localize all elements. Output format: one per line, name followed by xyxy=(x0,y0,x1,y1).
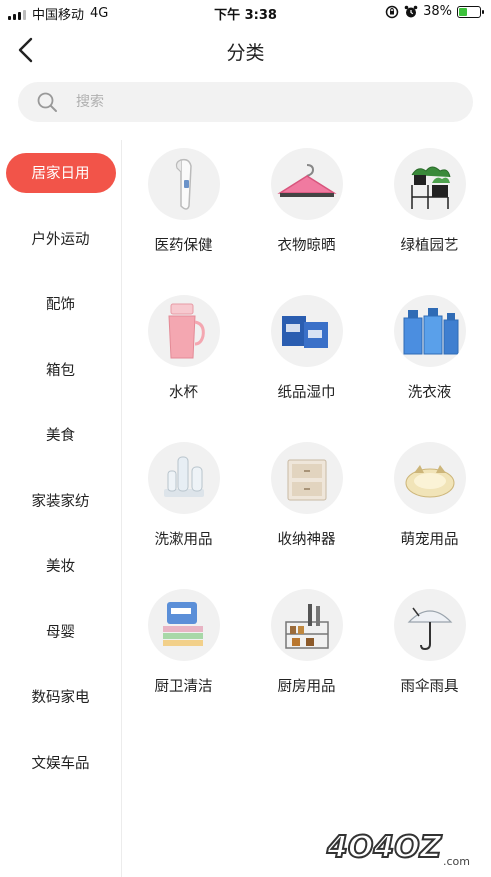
category-label: 厨房用品 xyxy=(277,679,336,695)
kitchen-rack-icon xyxy=(284,604,329,649)
category-laundry-drying[interactable]: 衣物晾晒 xyxy=(245,140,368,287)
category-kitchen[interactable]: 厨房用品 xyxy=(245,581,368,728)
thumbnail xyxy=(270,589,343,661)
thumbnail xyxy=(393,589,466,661)
thumbnail xyxy=(270,295,343,367)
search-input[interactable] xyxy=(76,94,436,110)
sidebar-item-beauty[interactable]: 美妆 xyxy=(0,533,121,599)
battery-percent: 38% xyxy=(423,4,452,19)
category-label: 纸品湿巾 xyxy=(277,385,336,401)
sidebar-item-electronics[interactable]: 数码家电 xyxy=(0,664,121,730)
category-label: 雨伞雨具 xyxy=(400,679,459,695)
category-sidebar: 居家日用 户外运动 配饰 箱包 美食 家装家纺 美妆 母婴 数码家电 文娱车品 xyxy=(0,140,122,877)
category-cleaning[interactable]: 厨卫清洁 xyxy=(122,581,245,728)
sidebar-item-accessories[interactable]: 配饰 xyxy=(0,271,121,337)
sidebar-item-label: 箱包 xyxy=(46,362,75,379)
category-storage[interactable]: 收纳神器 xyxy=(245,434,368,581)
category-label: 水杯 xyxy=(169,385,198,401)
cup-icon xyxy=(167,303,205,359)
sidebar-item-label: 户外运动 xyxy=(31,231,90,248)
category-detergent[interactable]: 洗衣液 xyxy=(368,287,491,434)
status-right: 38% xyxy=(385,4,484,19)
category-label: 洗漱用品 xyxy=(154,532,213,548)
thumbnail xyxy=(393,442,466,514)
sidebar-item-home-textile[interactable]: 家装家纺 xyxy=(0,468,121,534)
storage-box-icon xyxy=(287,459,326,501)
orientation-lock-icon xyxy=(385,5,399,18)
sidebar-item-label: 文娱车品 xyxy=(31,755,90,772)
category-label: 收纳神器 xyxy=(277,532,336,548)
sidebar-item-entertainment-car[interactable]: 文娱车品 xyxy=(0,730,121,796)
thumbnail xyxy=(147,148,220,220)
plant-icon xyxy=(410,166,450,209)
watermark-suffix: .com xyxy=(443,855,470,868)
tissue-icon xyxy=(281,316,328,348)
category-tissues[interactable]: 纸品湿巾 xyxy=(245,287,368,434)
thermometer-icon xyxy=(175,158,192,210)
search-bar[interactable] xyxy=(18,82,473,122)
watermark-text: 4O4OZ xyxy=(326,830,443,865)
category-pets[interactable]: 萌宠用品 xyxy=(368,434,491,581)
thumbnail xyxy=(393,295,466,367)
category-umbrella[interactable]: 雨伞雨具 xyxy=(368,581,491,728)
thumbnail xyxy=(147,295,220,367)
thumbnail xyxy=(270,442,343,514)
sidebar-item-outdoor[interactable]: 户外运动 xyxy=(0,206,121,272)
status-bar: 中国移动 4G 下午 3:38 38% xyxy=(0,0,491,26)
toothbrush-icon xyxy=(163,456,204,497)
detergent-icon xyxy=(403,308,458,355)
pet-bed-icon xyxy=(405,465,454,498)
sidebar-item-label: 美妆 xyxy=(46,559,75,576)
sidebar-item-baby[interactable]: 母婴 xyxy=(0,599,121,665)
watermark-logo: 4O4OZ .com xyxy=(325,829,470,868)
category-label: 萌宠用品 xyxy=(400,532,459,548)
thumbnail xyxy=(147,589,220,661)
battery-icon xyxy=(457,5,484,18)
hanger-icon xyxy=(276,164,337,197)
category-label: 医药保健 xyxy=(154,238,213,254)
alarm-icon xyxy=(404,5,418,17)
sidebar-item-label: 配饰 xyxy=(46,297,75,314)
category-medical[interactable]: 医药保健 xyxy=(122,140,245,287)
sidebar-item-label: 美食 xyxy=(46,428,75,445)
search-icon xyxy=(37,92,57,112)
thumbnail xyxy=(147,442,220,514)
category-label: 厨卫清洁 xyxy=(154,679,213,695)
thumbnail xyxy=(393,148,466,220)
category-grid: 医药保健 衣物晾晒 绿植园艺 水杯 纸品湿巾 洗衣液 洗漱用品 收纳神器 萌宠用… xyxy=(122,140,491,728)
category-label: 绿植园艺 xyxy=(400,238,459,254)
category-label: 洗衣液 xyxy=(407,385,452,401)
category-cups[interactable]: 水杯 xyxy=(122,287,245,434)
category-plants[interactable]: 绿植园艺 xyxy=(368,140,491,287)
sidebar-item-label: 居家日用 xyxy=(5,152,116,193)
sidebar-item-label: 母婴 xyxy=(46,624,75,641)
page-title: 分类 xyxy=(226,42,265,64)
sidebar-item-bags[interactable]: 箱包 xyxy=(0,337,121,403)
sidebar-item-food[interactable]: 美食 xyxy=(0,402,121,468)
battery-fill xyxy=(459,7,467,16)
cleaning-cloth-icon xyxy=(162,602,203,646)
thumbnail xyxy=(270,148,343,220)
umbrella-icon xyxy=(407,607,452,651)
category-toiletries[interactable]: 洗漱用品 xyxy=(122,434,245,581)
sidebar-item-label: 数码家电 xyxy=(31,690,90,707)
sidebar-item-home-daily[interactable]: 居家日用 xyxy=(0,140,121,206)
nav-bar: 分类 xyxy=(0,26,491,74)
sidebar-item-label: 家装家纺 xyxy=(31,493,90,510)
category-label: 衣物晾晒 xyxy=(277,238,336,254)
